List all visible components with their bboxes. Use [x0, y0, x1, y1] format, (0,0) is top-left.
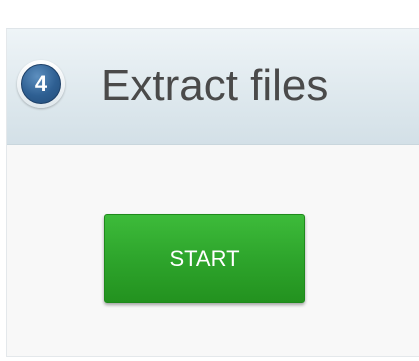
start-button[interactable]: START — [104, 214, 305, 303]
step-number-badge: 4 — [17, 60, 65, 108]
step-title: Extract files — [101, 61, 329, 110]
step-header: 4 Extract files — [7, 29, 419, 145]
extract-files-panel: 4 Extract files START — [6, 28, 419, 357]
step-number: 4 — [21, 64, 61, 104]
